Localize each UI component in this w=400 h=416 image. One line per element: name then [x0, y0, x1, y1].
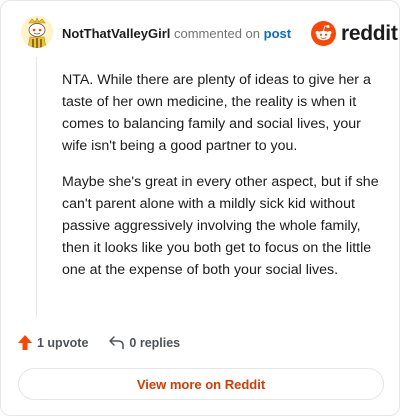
- snoo-avatar-icon: [21, 16, 53, 48]
- replies-count: 0 replies: [129, 335, 181, 350]
- thread-line: [36, 57, 37, 317]
- reddit-logo[interactable]: reddit: [311, 21, 398, 46]
- user-avatar[interactable]: [21, 16, 53, 48]
- comment-header: NotThatValleyGirl commented on post: [62, 26, 291, 42]
- comment-action-text: commented on: [174, 26, 260, 41]
- reddit-wordmark: reddit: [341, 21, 398, 45]
- comment-body: NTA. While there are plenty of ideas to …: [62, 69, 380, 295]
- post-link[interactable]: post: [264, 26, 291, 41]
- comment-actions: 1 upvote 0 replies: [17, 334, 180, 351]
- view-more-button[interactable]: View more on Reddit: [18, 368, 384, 400]
- upvote-button[interactable]: 1 upvote: [17, 334, 88, 351]
- comment-username[interactable]: NotThatValleyGirl: [62, 26, 170, 41]
- reply-arrow-icon: [109, 336, 125, 350]
- upvote-arrow-icon: [18, 335, 32, 350]
- reddit-logo-icon: [311, 21, 336, 46]
- comment-paragraph: NTA. While there are plenty of ideas to …: [62, 72, 371, 154]
- upvote-count: 1 upvote: [37, 335, 89, 350]
- embedded-comment-card: NotThatValleyGirl commented on post redd…: [0, 0, 400, 416]
- replies-button[interactable]: 0 replies: [108, 335, 180, 350]
- comment-paragraph: Maybe she's great in every other aspect,…: [62, 174, 379, 278]
